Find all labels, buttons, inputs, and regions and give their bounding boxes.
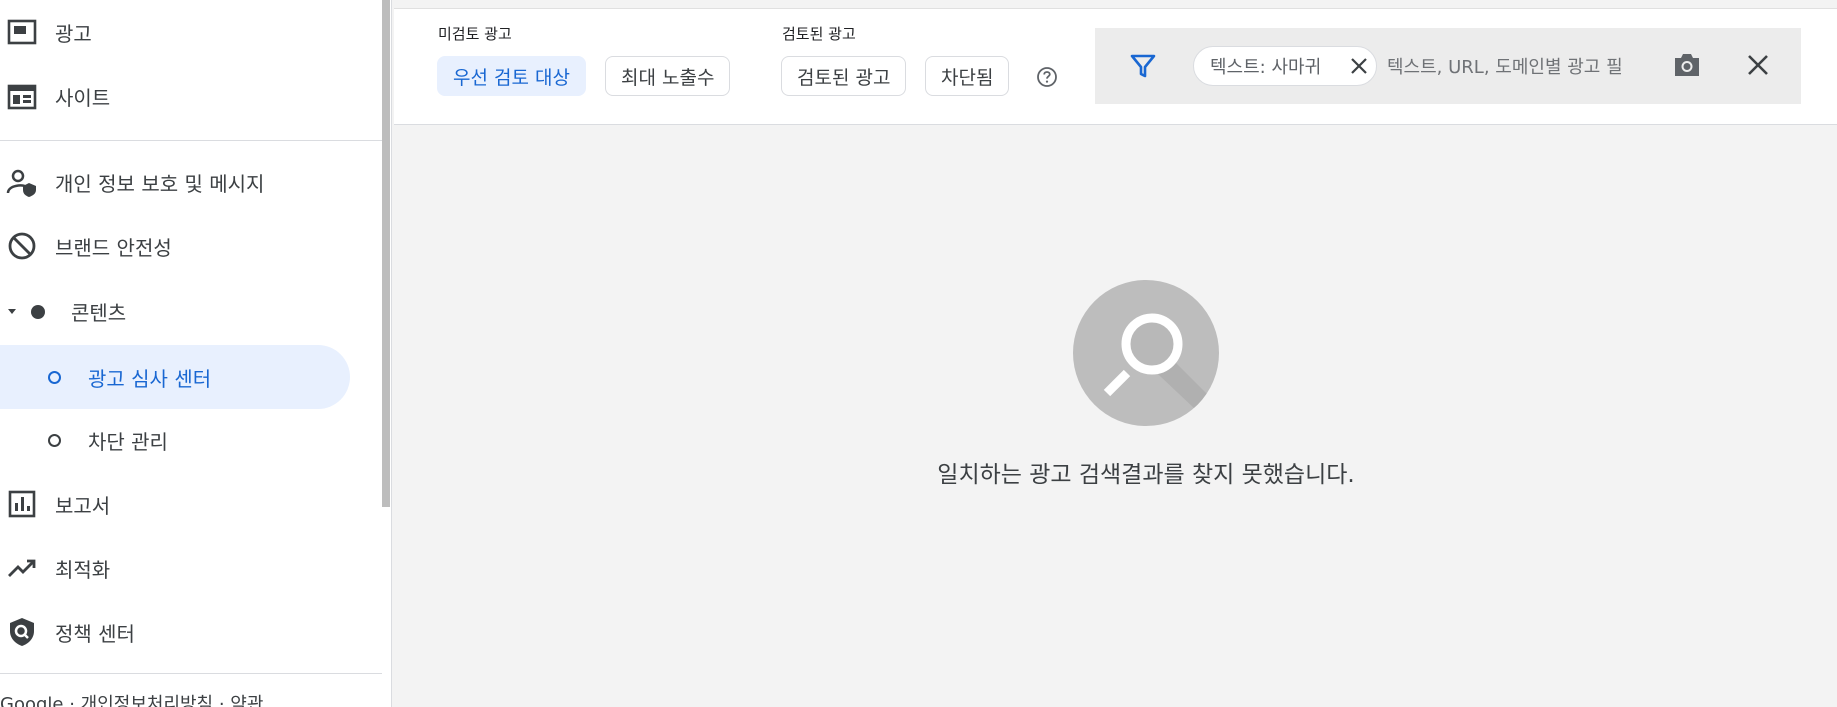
unreviewed-ads-label: 미검토 광고: [438, 25, 512, 43]
sidebar-item-label: 정책 센터: [55, 621, 135, 646]
reviewed-ads-label: 검토된 광고: [782, 25, 856, 43]
empty-search-illustration: [1073, 280, 1219, 426]
block-icon: [8, 232, 36, 260]
remove-filter-icon[interactable]: [1350, 57, 1368, 75]
priority-review-chip[interactable]: 우선 검토 대상: [437, 56, 586, 96]
filter-search-input[interactable]: [1385, 48, 1659, 86]
trending-up-icon: [8, 559, 36, 577]
sidebar-item-label: 광고: [55, 21, 92, 46]
sidebar-item-label: 광고 심사 센터: [88, 366, 212, 391]
dot-icon: [31, 305, 45, 319]
blocked-chip[interactable]: 차단됨: [925, 56, 1010, 96]
sidebar-item-label: 콘텐츠: [71, 300, 127, 325]
filter-chip-text: 텍스트: 사마귀: [1210, 57, 1322, 78]
sidebar-item-label: 최적화: [55, 557, 111, 582]
bar-chart-icon: [8, 490, 36, 518]
sidebar-item-ad-review-center[interactable]: 광고 심사 센터: [0, 345, 350, 409]
filter-bar: 텍스트: 사마귀: [1095, 28, 1801, 104]
camera-icon[interactable]: [1673, 52, 1701, 78]
sidebar-item-label: 사이트: [55, 85, 111, 110]
sidebar-scrollbar[interactable]: [382, 0, 390, 507]
max-impressions-chip[interactable]: 최대 노출수: [605, 56, 731, 96]
sidebar-item-label: 개인 정보 보호 및 메시지: [55, 171, 265, 196]
search-icon: [1103, 313, 1219, 426]
caret-down-icon[interactable]: [6, 305, 18, 317]
sidebar-item-reports[interactable]: 보고서: [0, 472, 350, 536]
filter-chip[interactable]: 텍스트: 사마귀: [1193, 46, 1377, 86]
circle-icon: [48, 434, 61, 447]
sidebar-item-label: 차단 관리: [88, 429, 168, 454]
sidebar: 광고 사이트 개인 정보 보호 및 메시지 브랜드 안전성 콘텐츠 광고 심사 …: [0, 0, 392, 707]
sidebar-item-ads[interactable]: 광고: [0, 0, 350, 64]
site-icon: [7, 84, 37, 110]
sidebar-item-label: 브랜드 안전성: [55, 235, 172, 260]
review-toolbar: 미검토 광고 우선 검토 대상 최대 노출수 검토된 광고 검토된 광고 차단됨…: [394, 8, 1837, 125]
circle-icon: [48, 371, 61, 384]
sidebar-item-brand-safety[interactable]: 브랜드 안전성: [0, 214, 350, 278]
privacy-icon: [6, 169, 36, 197]
sidebar-item-blocking-controls[interactable]: 차단 관리: [0, 408, 350, 472]
ad-unit-icon: [7, 19, 37, 45]
sidebar-item-privacy[interactable]: 개인 정보 보호 및 메시지: [0, 150, 350, 214]
reviewed-ads-chip[interactable]: 검토된 광고: [781, 56, 907, 96]
policy-icon: [10, 618, 34, 646]
sidebar-item-label: 보고서: [55, 493, 111, 518]
sidebar-footer[interactable]: Google · 개인정보처리방침 · 약관: [0, 690, 382, 707]
sidebar-item-policy-center[interactable]: 정책 센터: [0, 600, 350, 664]
sidebar-divider: [0, 673, 382, 674]
filter-icon[interactable]: [1130, 53, 1156, 79]
sidebar-item-content[interactable]: 콘텐츠: [0, 279, 350, 343]
sidebar-item-optimization[interactable]: 최적화: [0, 536, 350, 600]
empty-state-message: 일치하는 광고 검색결과를 찾지 못했습니다.: [937, 462, 1355, 488]
sidebar-item-sites[interactable]: 사이트: [0, 64, 350, 128]
close-icon[interactable]: [1746, 53, 1770, 77]
sidebar-divider: [0, 140, 382, 141]
help-icon[interactable]: [1036, 66, 1058, 88]
